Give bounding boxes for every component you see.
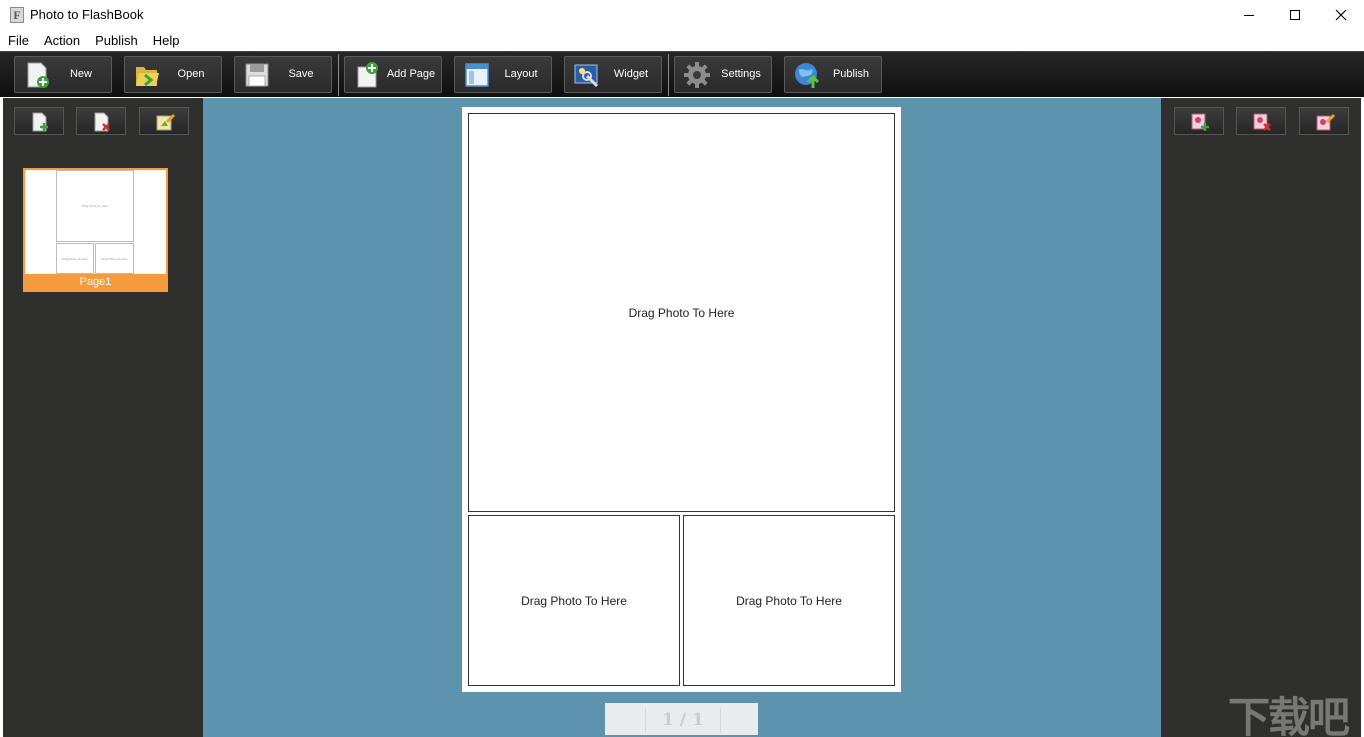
open-button[interactable]: Open [124, 56, 222, 93]
add-page-label: Add Page [386, 68, 436, 80]
add-page-icon [32, 112, 48, 132]
page-navigator: 1 / 1 [605, 703, 758, 735]
delete-page-button[interactable] [76, 107, 126, 135]
new-label: New [69, 68, 92, 80]
add-page-small-button[interactable] [14, 107, 64, 135]
thumbnail-cell: Drag Photo To Here [56, 243, 94, 274]
toolbar-separator [668, 54, 669, 96]
publish-label: Publish [832, 68, 870, 80]
page-indicator: 1 / 1 [645, 707, 721, 733]
photo-drop-zone-bottom-left[interactable]: Drag Photo To Here [468, 515, 680, 686]
minimize-button[interactable] [1226, 0, 1272, 30]
add-photo-icon [1191, 113, 1209, 131]
add-photo-button[interactable] [1174, 107, 1224, 135]
thumbnail-cell: Drag Photo To Here [56, 170, 134, 242]
close-button[interactable] [1318, 0, 1364, 30]
edit-photo-icon [1316, 113, 1336, 131]
publish-button[interactable]: Publish [784, 56, 882, 93]
gear-icon [684, 62, 710, 88]
menu-action[interactable]: Action [36, 30, 87, 51]
widget-icon [574, 64, 599, 88]
main-toolbar: New Open Save Add Page Layout Widget Set… [0, 51, 1364, 97]
globe-upload-icon [795, 63, 820, 88]
delete-photo-icon [1253, 113, 1271, 131]
layout-icon [465, 63, 489, 87]
add-page-button[interactable]: Add Page [344, 56, 442, 93]
widget-label: Widget [613, 68, 649, 80]
edit-photo-button[interactable] [1299, 107, 1349, 135]
layout-label: Layout [504, 68, 538, 80]
new-document-icon [27, 62, 49, 88]
menu-help[interactable]: Help [145, 30, 187, 51]
page-thumbnail[interactable]: Drag Photo To Here Drag Photo To Here Dr… [23, 168, 168, 292]
app-icon: F [10, 7, 24, 23]
thumbnail-cell: Drag Photo To Here [95, 243, 134, 274]
window-title: Photo to FlashBook [30, 7, 144, 22]
open-folder-icon [136, 67, 159, 87]
open-label: Open [177, 68, 205, 80]
minimize-icon [1244, 14, 1254, 16]
photos-panel [1161, 98, 1361, 737]
add-page-icon [357, 62, 378, 88]
maximize-icon [1290, 10, 1300, 20]
settings-label: Settings [721, 68, 761, 80]
widget-button[interactable]: Widget [564, 56, 662, 93]
edit-page-button[interactable] [139, 107, 189, 135]
thumbnail-preview: Drag Photo To Here Drag Photo To Here Dr… [25, 170, 166, 274]
save-button[interactable]: Save [234, 56, 332, 93]
close-icon [1335, 9, 1347, 21]
title-bar: F Photo to FlashBook [0, 0, 1364, 30]
menu-bar: File Action Publish Help [0, 30, 1364, 51]
toolbar-separator [338, 54, 339, 96]
save-disk-icon [245, 63, 269, 87]
edit-page-icon [156, 113, 176, 131]
page-editor: Drag Photo To Here Drag Photo To Here Dr… [462, 107, 901, 692]
photo-drop-zone-bottom-right[interactable]: Drag Photo To Here [683, 515, 895, 686]
new-button[interactable]: New [14, 56, 112, 93]
maximize-button[interactable] [1272, 0, 1318, 30]
layout-button[interactable]: Layout [454, 56, 552, 93]
settings-button[interactable]: Settings [674, 56, 772, 93]
menu-publish[interactable]: Publish [87, 30, 145, 51]
photo-drop-zone-top[interactable]: Drag Photo To Here [468, 113, 895, 512]
delete-page-icon [94, 112, 110, 132]
save-label: Save [288, 68, 314, 80]
watermark-logo: 下载吧 [1228, 694, 1350, 737]
pages-panel: Drag Photo To Here Drag Photo To Here Dr… [3, 98, 203, 737]
delete-photo-button[interactable] [1236, 107, 1286, 135]
editor-canvas: Drag Photo To Here Drag Photo To Here Dr… [203, 98, 1161, 737]
menu-file[interactable]: File [0, 30, 36, 51]
thumbnail-label: Page1 [79, 276, 112, 288]
